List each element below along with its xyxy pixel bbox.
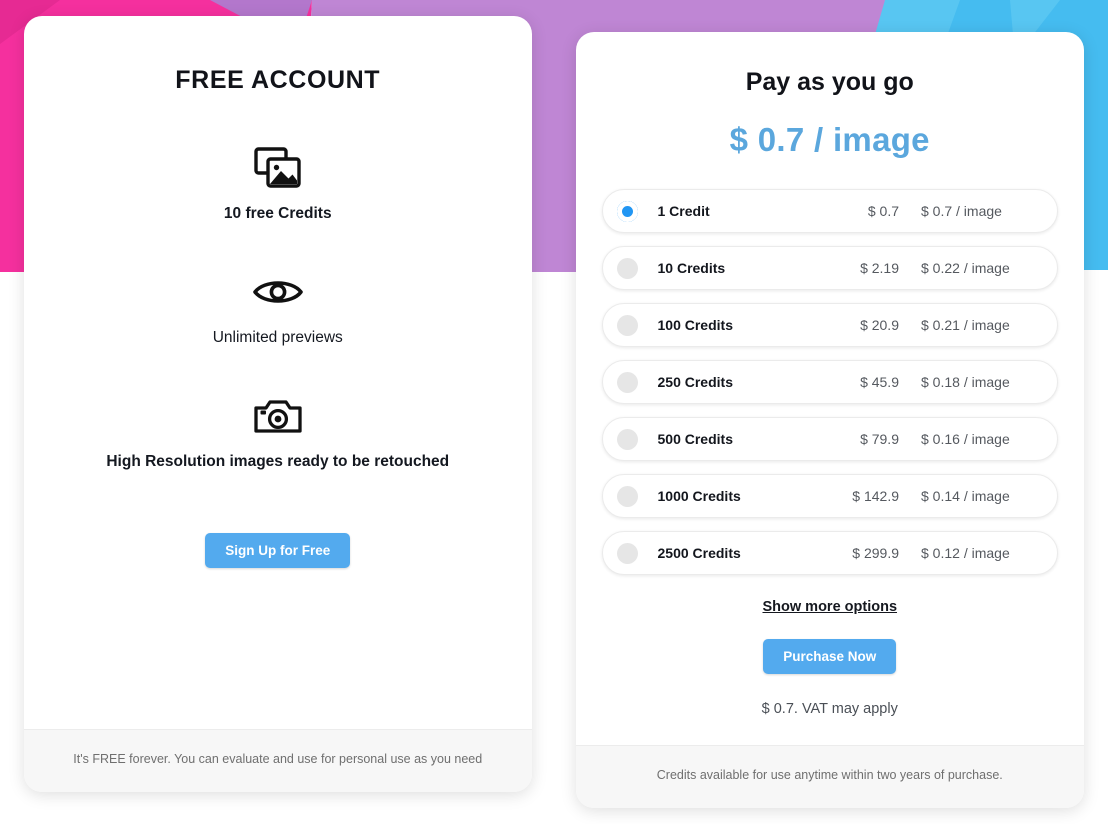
plan-row[interactable]: 10 Credits $ 2.19 $ 0.22 / image [601, 246, 1058, 290]
plan-total-price: $ 142.9 [852, 488, 899, 504]
plan-credits-label: 2500 Credits [657, 545, 741, 561]
pricing-page: FREE ACCOUNT 10 free Credits Unlimited p… [0, 0, 1108, 824]
plan-credits-label: 250 Credits [657, 374, 733, 390]
plan-unit-price: $ 0.22 / image [921, 260, 1010, 276]
plan-row[interactable]: 1000 Credits $ 142.9 $ 0.14 / image [601, 474, 1058, 518]
plan-row[interactable]: 250 Credits $ 45.9 $ 0.18 / image [601, 360, 1058, 404]
pay-as-you-go-title: Pay as you go [745, 68, 914, 96]
plan-row[interactable]: 500 Credits $ 79.9 $ 0.16 / image [601, 417, 1058, 461]
plan-total-price: $ 0.7 [867, 203, 899, 219]
plan-total-price: $ 20.9 [860, 317, 899, 333]
plan-credits-label: 10 Credits [657, 260, 726, 276]
radio-button-icon[interactable] [616, 542, 638, 564]
pay-as-you-go-footer-note: Credits available for use anytime within… [656, 768, 1003, 782]
free-account-body: FREE ACCOUNT 10 free Credits Unlimited p… [24, 16, 532, 729]
plan-unit-price: $ 0.12 / image [921, 545, 1010, 561]
images-stack-icon [50, 143, 506, 193]
feature-unlimited-previews: Unlimited previews [50, 267, 506, 347]
plan-row[interactable]: 100 Credits $ 20.9 $ 0.21 / image [601, 303, 1058, 347]
camera-icon [50, 391, 506, 441]
pay-as-you-go-body: Pay as you go $ 0.7 / image 1 Credit $ 0… [576, 32, 1085, 745]
plan-total-price: $ 2.19 [860, 260, 899, 276]
plan-credits-label: 500 Credits [657, 431, 733, 447]
feature-high-resolution: High Resolution images ready to be retou… [50, 391, 506, 471]
free-account-card: FREE ACCOUNT 10 free Credits Unlimited p… [24, 16, 532, 792]
plan-row[interactable]: 2500 Credits $ 299.9 $ 0.12 / image [601, 531, 1058, 575]
feature-label: 10 free Credits [223, 205, 332, 222]
radio-button-icon[interactable] [616, 485, 638, 507]
radio-button-icon[interactable] [616, 314, 638, 336]
radio-button-icon[interactable] [616, 371, 638, 393]
vat-note: $ 0.7. VAT may apply [761, 701, 898, 717]
plan-unit-price: $ 0.21 / image [921, 317, 1010, 333]
free-account-footer-note: It's FREE forever. You can evaluate and … [73, 752, 483, 766]
plan-total-price: $ 79.9 [860, 431, 899, 447]
plan-unit-price: $ 0.16 / image [921, 431, 1010, 447]
purchase-button-container: Purchase Now [602, 639, 1059, 674]
plan-total-price: $ 299.9 [852, 545, 899, 561]
plan-unit-price: $ 0.7 / image [921, 203, 1002, 219]
pay-as-you-go-footer: Credits available for use anytime within… [575, 745, 1084, 808]
feature-label: Unlimited previews [212, 329, 343, 346]
plan-row[interactable]: 1 Credit $ 0.7 $ 0.7 / image [601, 189, 1058, 233]
plan-credits-label: 1 Credit [657, 203, 710, 219]
show-more-options-link[interactable]: Show more options [602, 599, 1059, 615]
free-account-title: FREE ACCOUNT [175, 66, 381, 94]
radio-button-icon[interactable] [616, 200, 638, 222]
plan-unit-price: $ 0.14 / image [921, 488, 1010, 504]
unit-price-headline: $ 0.7 / image [729, 121, 930, 158]
signup-button-container: Sign Up for Free [50, 533, 506, 568]
plan-credits-label: 100 Credits [657, 317, 733, 333]
plan-unit-price: $ 0.18 / image [921, 374, 1010, 390]
feature-free-credits: 10 free Credits [50, 143, 506, 223]
plan-credits-label: 1000 Credits [657, 488, 741, 504]
radio-button-icon[interactable] [616, 257, 638, 279]
credit-plan-list: 1 Credit $ 0.7 $ 0.7 / image 10 Credits … [601, 189, 1058, 575]
pay-as-you-go-card: Pay as you go $ 0.7 / image 1 Credit $ 0… [575, 32, 1085, 808]
plan-total-price: $ 45.9 [860, 374, 899, 390]
radio-button-icon[interactable] [616, 428, 638, 450]
feature-label: High Resolution images ready to be retou… [106, 453, 450, 470]
sign-up-for-free-button[interactable]: Sign Up for Free [205, 533, 351, 568]
purchase-now-button[interactable]: Purchase Now [763, 639, 897, 674]
free-account-footer: It's FREE forever. You can evaluate and … [24, 729, 532, 792]
eye-icon [50, 267, 506, 317]
